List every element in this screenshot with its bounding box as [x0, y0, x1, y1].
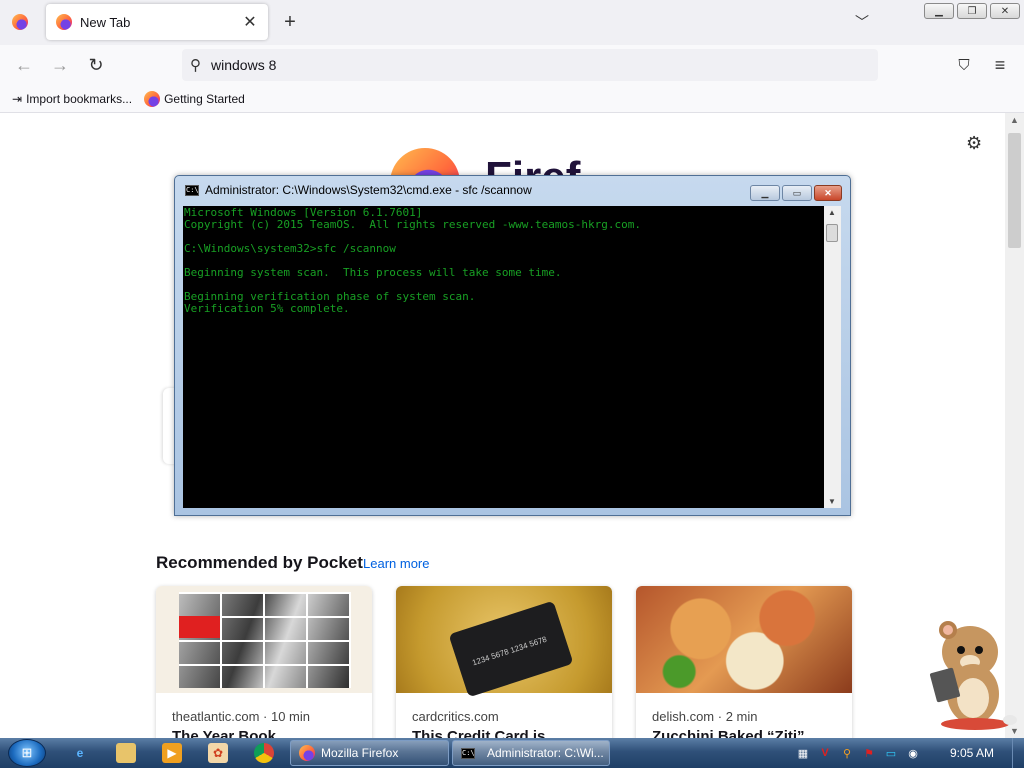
back-arrow-icon[interactable]: ← [13, 54, 35, 76]
firefox-tab-icon [56, 14, 72, 30]
card-image: 1234 5678 1234 5678 [396, 586, 612, 698]
show-desktop-button[interactable] [1012, 738, 1024, 768]
import-icon: ⇥ [12, 91, 23, 106]
chevron-down-icon[interactable]: ﹀ [855, 12, 869, 32]
console-line: Verification 5% complete. [184, 302, 350, 315]
card-source: theatlantic.com · 10 min [172, 709, 311, 724]
bookmark-getting-started[interactable]: Getting Started [144, 90, 245, 107]
search-icon: ⚲ [190, 57, 201, 74]
close-window-icon[interactable]: ✕ [814, 185, 842, 201]
tab-bar: New Tab ✕ + ﹀ ▁ ❐ ✕ [0, 0, 1024, 45]
card-headline: The Year Book [172, 728, 276, 738]
window-controls: ▁ ❐ ✕ [924, 3, 1020, 19]
cmd-titlebar[interactable]: C:\ Administrator: C:\Windows\System32\c… [175, 176, 850, 204]
reload-icon[interactable]: ↻ [85, 54, 107, 76]
search-tray-icon[interactable]: ⚲ [839, 745, 855, 761]
tab-new-tab[interactable]: New Tab ✕ [46, 4, 268, 40]
card-source: delish.com · 2 min [652, 709, 758, 724]
card-image [156, 586, 372, 693]
url-bar-text[interactable]: windows 8 [211, 57, 276, 73]
internet-explorer-icon[interactable]: e [70, 743, 90, 763]
scroll-down-icon[interactable]: ▼ [828, 497, 836, 506]
hamburger-menu-icon[interactable]: ≡ [989, 54, 1011, 76]
flag-tray-icon[interactable]: ⚑ [861, 745, 877, 761]
new-tab-plus-icon[interactable]: + [280, 12, 300, 32]
forward-arrow-icon[interactable]: → [49, 54, 71, 76]
task-label: Mozilla Firefox [321, 746, 399, 760]
url-bar[interactable]: ⚲ windows 8 [182, 49, 878, 81]
restore-icon[interactable]: ❐ [957, 3, 987, 19]
close-window-icon[interactable]: ✕ [990, 3, 1020, 19]
windows-taskbar: ⊞ e ▶ ✿ Mozilla Firefox C:\ Administrato… [0, 738, 1024, 768]
firefox-bookmark-icon [144, 90, 161, 107]
card-image [636, 586, 852, 693]
pocket-card[interactable]: delish.com · 2 min Zucchini Baked “Ziti” [636, 586, 852, 738]
cmd-window[interactable]: C:\ Administrator: C:\Windows\System32\c… [174, 175, 851, 516]
antivirus-tray-icon[interactable]: V [817, 745, 833, 761]
maximize-icon[interactable]: ▭ [782, 185, 812, 201]
console-line: C:\Windows\system32>sfc /scannow [184, 242, 396, 255]
cmd-title: Administrator: C:\Windows\System32\cmd.e… [205, 183, 532, 197]
console-line: Copyright (c) 2015 TeamOS. All rights re… [184, 218, 641, 231]
cmd-window-controls: ▁ ▭ ✕ [750, 185, 842, 201]
start-button[interactable]: ⊞ [8, 739, 46, 767]
file-explorer-icon[interactable] [116, 743, 136, 763]
pocket-icon[interactable]: ⛉ [953, 54, 975, 76]
task-label: Administrator: C:\Wi... [487, 746, 604, 760]
bookmarks-toolbar: ⇥ Import bookmarks... Getting Started [0, 85, 1024, 113]
scroll-up-icon[interactable]: ▲ [828, 208, 836, 217]
minimize-icon[interactable]: ▁ [924, 3, 954, 19]
card-source: cardcritics.com [412, 709, 499, 724]
taskbar-cmd[interactable]: C:\ Administrator: C:\Wi... [452, 740, 610, 766]
close-tab-icon[interactable]: ✕ [240, 12, 260, 32]
cmd-scrollbar[interactable]: ▲ ▼ [824, 206, 841, 508]
tab-title: New Tab [80, 14, 131, 30]
cmd-icon: C:\ [185, 184, 199, 196]
card-headline: This Credit Card is [412, 728, 546, 738]
bookmark-import[interactable]: ⇥ Import bookmarks... [12, 92, 132, 106]
cmd-icon: C:\ [461, 747, 475, 759]
firefox-icon [299, 745, 315, 761]
navigation-bar: ← → ↻ ⚲ windows 8 ⛉ ≡ [0, 45, 1024, 85]
scrollbar-thumb[interactable] [1008, 133, 1021, 248]
firefox-menu-icon[interactable] [12, 14, 28, 30]
scrollbar-thumb[interactable] [826, 224, 838, 242]
scroll-up-icon[interactable]: ▲ [1010, 115, 1019, 125]
record-tray-icon[interactable]: ◉ [905, 745, 921, 761]
bookmark-label: Getting Started [164, 91, 245, 106]
chrome-icon[interactable] [254, 743, 274, 763]
media-player-icon[interactable]: ▶ [162, 743, 182, 763]
pocket-card[interactable]: 1234 5678 1234 5678 cardcritics.com This… [396, 586, 612, 738]
taskbar-firefox[interactable]: Mozilla Firefox [290, 740, 449, 766]
minimize-icon[interactable]: ▁ [750, 185, 780, 201]
network-tray-icon[interactable]: ▦ [795, 745, 811, 761]
pocket-heading: Recommended by Pocket [156, 553, 363, 572]
clock[interactable]: 9:05 AM [950, 746, 994, 760]
paint-icon[interactable]: ✿ [208, 743, 228, 763]
hamster-mascot [929, 621, 1017, 730]
system-tray: ▦ V ⚲ ⚑ ▭ ◉ [795, 745, 921, 761]
display-tray-icon[interactable]: ▭ [883, 745, 899, 761]
console-output[interactable]: Microsoft Windows [Version 6.1.7601] Copy… [183, 206, 824, 508]
learn-more-link[interactable]: Learn more [363, 556, 429, 571]
pocket-card[interactable]: theatlantic.com · 10 min The Year Book [156, 586, 372, 738]
console-line: Beginning system scan. This process will… [184, 266, 562, 279]
gear-icon[interactable]: ⚙ [966, 133, 982, 154]
bookmark-label: Import bookmarks... [26, 91, 133, 106]
card-headline: Zucchini Baked “Ziti” [652, 728, 805, 738]
